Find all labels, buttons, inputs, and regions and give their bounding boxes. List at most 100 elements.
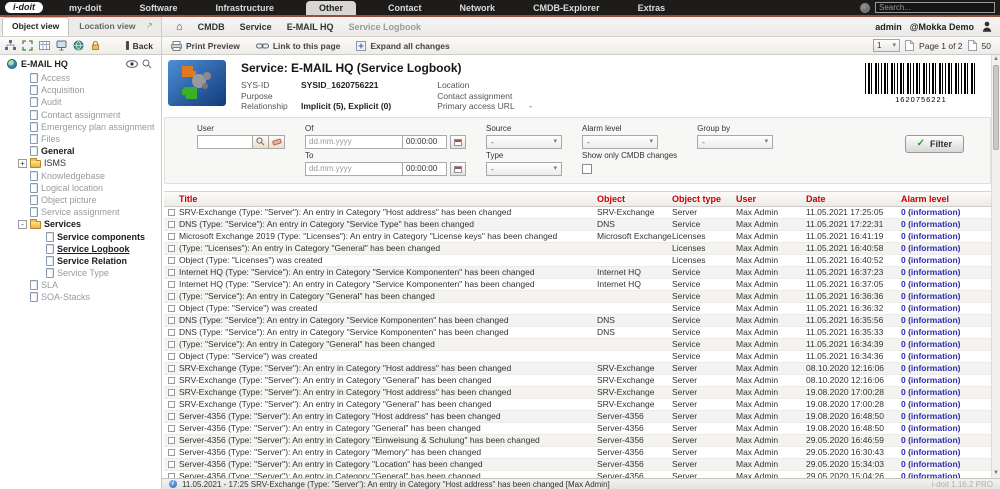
row-checkbox[interactable] (168, 448, 175, 456)
group-by-select[interactable]: - ▾ (697, 134, 774, 149)
row-checkbox[interactable] (168, 328, 175, 336)
main-menu-item[interactable]: Contact (382, 2, 428, 15)
calendar-from-button[interactable] (450, 134, 466, 149)
cell-alarm-level[interactable]: 0 (information) (901, 219, 991, 229)
logbook-table-row[interactable]: Server-4356 (Type: "Server"): An entry i… (164, 410, 991, 423)
idoit-logo[interactable]: i-doit (5, 2, 43, 13)
tree-category-item[interactable]: - Services (5, 218, 161, 230)
logbook-table-row[interactable]: Object (Type: "Service") was created Ser… (164, 303, 991, 315)
tree-category-item[interactable]: Logical location (5, 182, 161, 194)
logbook-table-row[interactable]: Server-4356 (Type: "Server"): An entry i… (164, 434, 991, 447)
logbook-table-row[interactable]: Object (Type: "Service") was created Ser… (164, 351, 991, 363)
vertical-scrollbar[interactable]: ▲ ▼ (991, 55, 1000, 478)
logbook-table-row[interactable]: DNS (Type: "Service"): An entry in Categ… (164, 327, 991, 339)
row-checkbox[interactable] (168, 412, 175, 420)
tree-category-item[interactable]: Service Relation (5, 255, 161, 267)
cell-alarm-level[interactable]: 0 (information) (901, 279, 991, 289)
tree-category-item[interactable]: + ISMS (5, 157, 161, 169)
filter-button[interactable]: ✓ Filter (904, 134, 964, 153)
type-select[interactable]: - ▾ (486, 161, 562, 176)
main-menu-item[interactable]: my-doit (63, 2, 108, 15)
link-to-page-button[interactable]: Link to this page (255, 41, 340, 51)
search-input[interactable] (875, 2, 995, 13)
scroll-down-arrow[interactable]: ▼ (992, 469, 1000, 478)
user-filter-input[interactable] (197, 134, 253, 149)
tree-category-item[interactable]: Object picture (5, 194, 161, 206)
table-column-header[interactable]: Title (179, 194, 597, 204)
logbook-table-row[interactable]: SRV-Exchange (Type: "Server"): An entry … (164, 362, 991, 375)
main-menu-item[interactable]: CMDB-Explorer (527, 2, 606, 15)
logbook-table-row[interactable]: SRV-Exchange (Type: "Server"): An entry … (164, 207, 991, 219)
popout-icon[interactable]: ↗ (146, 21, 995, 30)
row-checkbox[interactable] (168, 388, 175, 396)
tree-expander-icon[interactable]: + (18, 158, 27, 168)
logbook-table-row[interactable]: Server-4356 (Type: "Server"): An entry i… (164, 447, 991, 459)
row-checkbox[interactable] (168, 436, 175, 444)
tree-expander-icon[interactable]: - (18, 219, 27, 229)
list-view-icon[interactable] (39, 40, 50, 51)
row-checkbox[interactable] (168, 280, 175, 288)
table-column-header[interactable]: Object type (672, 194, 736, 204)
cell-alarm-level[interactable]: 0 (information) (901, 363, 991, 373)
print-preview-button[interactable]: Print Preview (171, 40, 240, 51)
tree-category-item[interactable]: SLA (5, 279, 161, 291)
cell-alarm-level[interactable]: 0 (information) (901, 255, 991, 265)
cell-alarm-level[interactable]: 0 (information) (901, 375, 991, 385)
cmdb-changes-checkbox[interactable] (582, 163, 592, 174)
logbook-table-row[interactable]: Server-4356 (Type: "Server"): An entry i… (164, 458, 991, 471)
row-checkbox[interactable] (168, 364, 175, 372)
monitor-icon[interactable] (56, 40, 67, 51)
globe-icon[interactable] (73, 40, 84, 51)
row-checkbox[interactable] (168, 472, 175, 478)
logbook-table-row[interactable]: Object (Type: "Licenses") was created Li… (164, 255, 991, 267)
row-checkbox[interactable] (168, 304, 175, 312)
date-to-input[interactable] (305, 161, 403, 176)
view-tab[interactable]: Location view (69, 17, 145, 36)
main-menu-item[interactable]: Infrastructure (210, 2, 281, 15)
tree-category-item[interactable]: Service assignment (5, 206, 161, 218)
logbook-table-row[interactable]: Internet HQ (Type: "Service"): An entry … (164, 279, 991, 291)
cell-alarm-level[interactable]: 0 (information) (901, 459, 991, 469)
date-from-input[interactable] (305, 134, 403, 149)
cell-alarm-level[interactable]: 0 (information) (901, 471, 991, 478)
tree-category-item[interactable]: Acquisition (5, 84, 161, 96)
tree-category-item[interactable]: Service Logbook (5, 243, 161, 255)
cell-alarm-level[interactable]: 0 (information) (901, 243, 991, 253)
row-checkbox[interactable] (168, 352, 175, 360)
table-column-header[interactable]: Date (806, 194, 901, 204)
cell-alarm-level[interactable]: 0 (information) (901, 267, 991, 277)
cell-alarm-level[interactable]: 0 (information) (901, 339, 991, 349)
main-menu-item[interactable]: Software (134, 2, 184, 15)
help-badge-icon[interactable] (860, 2, 870, 13)
row-checkbox[interactable] (168, 316, 175, 324)
logbook-table-row[interactable]: SRV-Exchange (Type: "Server"): An entry … (164, 399, 991, 411)
main-menu-item[interactable]: Extras (632, 2, 672, 15)
cell-alarm-level[interactable]: 0 (information) (901, 291, 991, 301)
cell-alarm-level[interactable]: 0 (information) (901, 411, 991, 421)
row-checkbox[interactable] (168, 400, 175, 408)
logbook-table-row[interactable]: Server-4356 (Type: "Server"): An entry i… (164, 423, 991, 435)
user-clear-button[interactable] (269, 134, 285, 149)
row-checkbox[interactable] (168, 268, 175, 276)
back-button[interactable]: Back (125, 41, 156, 51)
row-checkbox[interactable] (168, 424, 175, 432)
cell-alarm-level[interactable]: 0 (information) (901, 351, 991, 361)
tree-category-item[interactable]: Audit (5, 96, 161, 108)
row-checkbox[interactable] (168, 208, 175, 216)
cell-alarm-level[interactable]: 0 (information) (901, 207, 991, 217)
cell-alarm-level[interactable]: 0 (information) (901, 387, 991, 397)
tree-category-item[interactable]: Files (5, 133, 161, 145)
logbook-table-row[interactable]: Server-4356 (Type: "Server"): An entry i… (164, 471, 991, 478)
tree-category-item[interactable]: Emergency plan assignment (5, 121, 161, 133)
row-checkbox[interactable] (168, 256, 175, 264)
logbook-table-row[interactable]: (Type: "Licenses"): An entry in Category… (164, 242, 991, 255)
time-to-value[interactable]: 00:00:00 (403, 161, 447, 176)
table-column-header[interactable]: Object (597, 194, 672, 204)
main-menu-item[interactable]: Other (306, 1, 357, 15)
table-column-header[interactable]: Alarm level (901, 194, 991, 204)
tree-category-item[interactable]: SOA-Stacks (5, 291, 161, 303)
expand-all-changes-button[interactable]: Expand all changes (356, 40, 450, 51)
page-size[interactable]: 50 (982, 41, 991, 51)
logbook-table-row[interactable]: DNS (Type: "Service"): An entry in Categ… (164, 314, 991, 327)
cell-alarm-level[interactable]: 0 (information) (901, 423, 991, 433)
